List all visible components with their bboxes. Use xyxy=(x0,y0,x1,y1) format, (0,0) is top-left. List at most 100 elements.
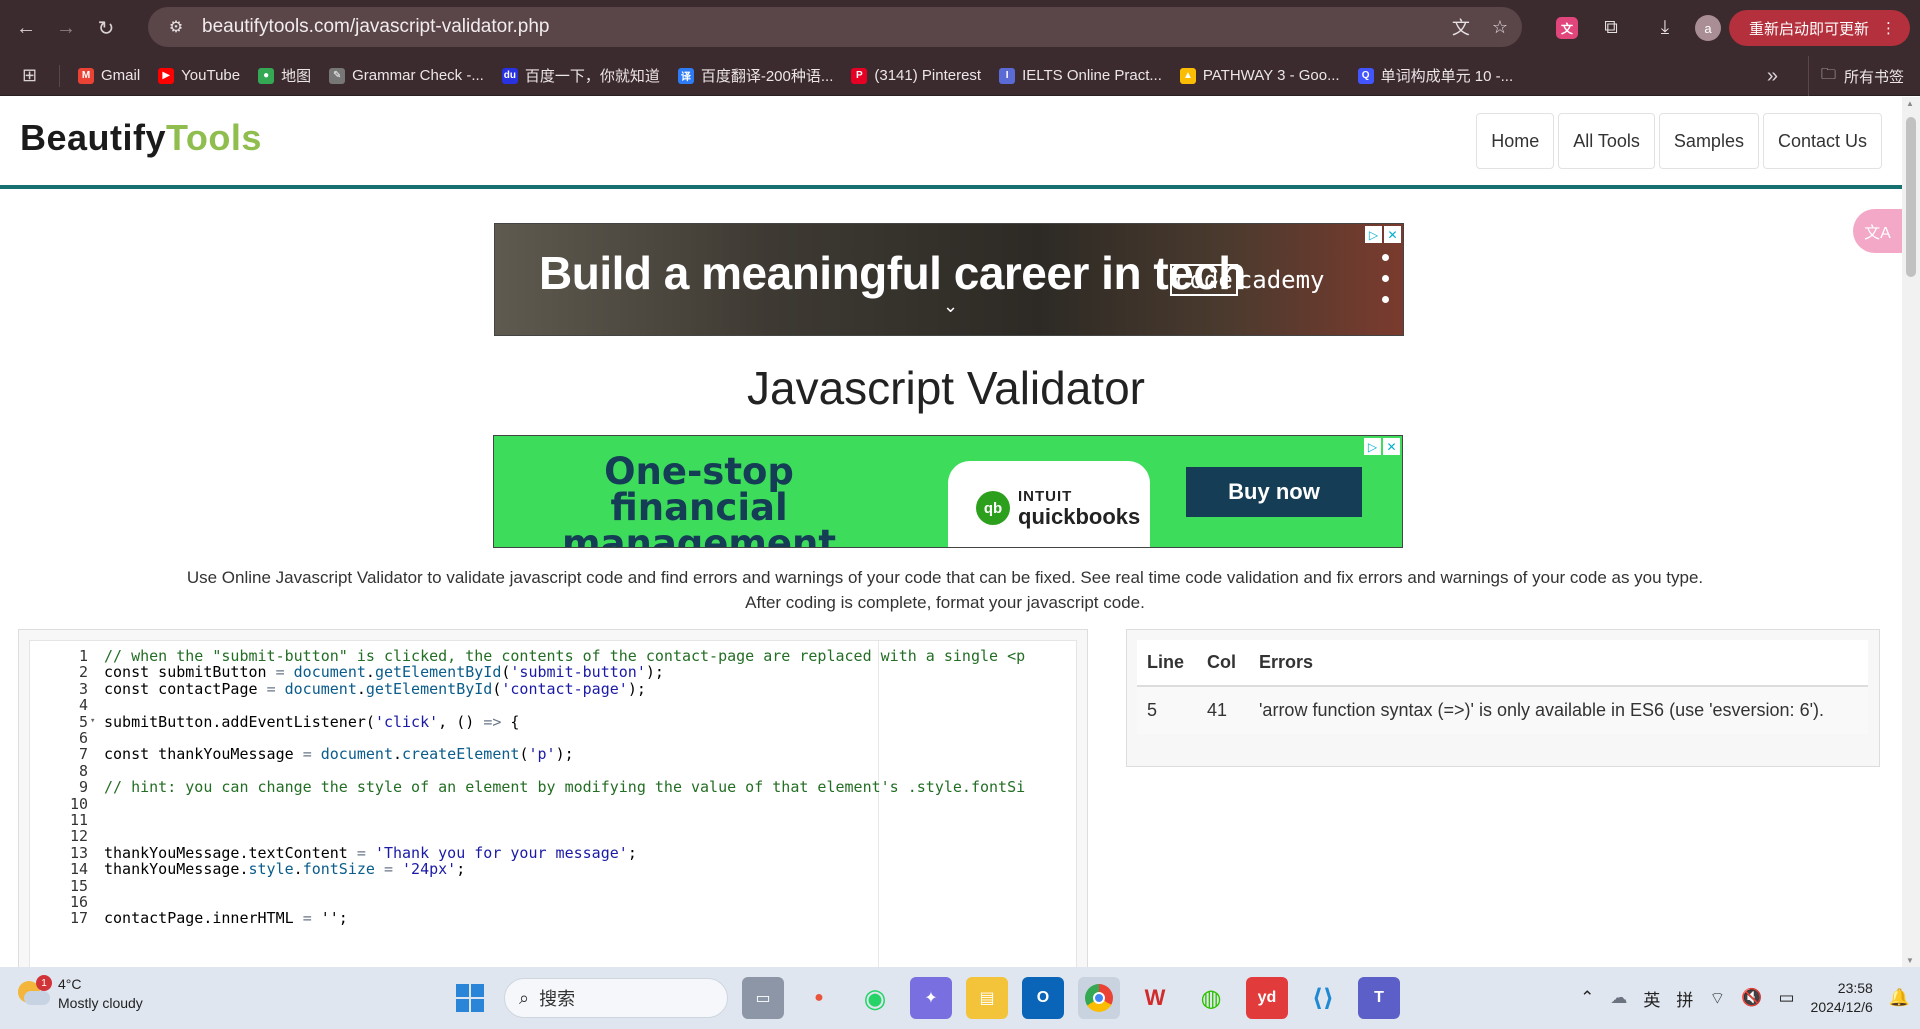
notification-bell-icon[interactable]: 🔔 xyxy=(1889,988,1910,1008)
ad-brand: code cademy xyxy=(1170,264,1325,296)
web-page: BeautifyTools Home All Tools Samples Con… xyxy=(0,97,1902,967)
page-scrollbar[interactable]: ▲ ▼ xyxy=(1902,97,1920,967)
show-hidden-icons-icon[interactable]: ⌃ xyxy=(1580,988,1594,1008)
ad-carousel-dots[interactable] xyxy=(1382,254,1389,303)
task-view-icon[interactable]: ▭ xyxy=(742,977,784,1019)
bookmark-star-icon[interactable]: ☆ xyxy=(1492,17,1508,38)
grammar-icon: ✎ xyxy=(329,67,346,84)
browser-toolbar: ← → ↻ ⚙ beautifytools.com/javascript-val… xyxy=(0,0,1920,56)
ad-choices-icon[interactable]: ▷ xyxy=(1365,226,1382,243)
reload-button[interactable]: ↻ xyxy=(86,8,126,48)
quickbooks-ad-banner[interactable]: One-stop financial management qb INTUIT … xyxy=(493,435,1403,548)
chrome-icon[interactable] xyxy=(1078,977,1120,1019)
vscode-icon[interactable]: ⟨⟩ xyxy=(1302,977,1344,1019)
outlook-icon[interactable]: O xyxy=(1022,977,1064,1019)
apps-grid-icon[interactable]: ⊞ xyxy=(0,64,60,87)
maps-pin-icon[interactable]: ● xyxy=(798,977,840,1019)
clock[interactable]: 23:58 2024/12/6 xyxy=(1811,979,1873,1017)
codecademy-ad-banner[interactable]: Build a meaningful career in tech code ca… xyxy=(494,223,1404,336)
bookmark-label: YouTube xyxy=(181,67,241,84)
ad-buy-now-button[interactable]: Buy now xyxy=(1186,467,1362,517)
ad-controls: ▷ ✕ xyxy=(1364,438,1400,455)
url-text[interactable]: beautifytools.com/javascript-validator.p… xyxy=(202,16,549,38)
weather-widget[interactable]: 1 4°C Mostly cloudy xyxy=(16,975,143,1013)
scroll-down-icon[interactable]: ▼ xyxy=(1906,956,1914,965)
bookmark-item[interactable]: P (3141) Pinterest xyxy=(851,67,981,84)
copilot-icon[interactable]: ✦ xyxy=(910,977,952,1019)
code-line[interactable]: 17 contactPage.innerHTML = ''; xyxy=(30,909,1076,929)
youtube-icon: ▶ xyxy=(158,67,175,84)
all-bookmarks-label: 所有书签 xyxy=(1843,68,1904,86)
bookmark-item[interactable]: ✎ Grammar Check -... xyxy=(329,67,484,84)
ad-close-icon[interactable]: ✕ xyxy=(1384,226,1401,243)
ime-mode[interactable]: 拼 xyxy=(1676,986,1693,1011)
scroll-up-icon[interactable]: ▲ xyxy=(1906,99,1914,108)
weather-condition: Mostly cloudy xyxy=(58,995,143,1011)
forward-button[interactable]: → xyxy=(46,8,86,48)
wps-office-icon[interactable]: W xyxy=(1134,977,1176,1019)
teams-icon[interactable]: T xyxy=(1358,977,1400,1019)
bookmark-item[interactable]: du 百度一下，你就知道 xyxy=(501,65,660,86)
code-text: contactPage.innerHTML = ''; xyxy=(104,909,348,928)
volume-muted-icon[interactable]: 🔇 xyxy=(1741,988,1762,1008)
file-explorer-icon[interactable]: ▤ xyxy=(966,977,1008,1019)
site-logo[interactable]: BeautifyTools xyxy=(20,117,262,159)
bookmark-item[interactable]: ▲ PATHWAY 3 - Goo... xyxy=(1179,67,1340,84)
ad-headline: One-stop financial management xyxy=(561,450,837,548)
nav-contact-us[interactable]: Contact Us xyxy=(1762,113,1882,169)
bookmark-item[interactable]: 译百度翻译-200种语... xyxy=(677,65,833,86)
code-editor[interactable]: 1// when the "submit-button" is clicked,… xyxy=(29,640,1077,967)
download-icon[interactable]: ⤓ xyxy=(1643,8,1687,48)
address-bar[interactable]: ⚙ beautifytools.com/javascript-validator… xyxy=(148,7,1522,47)
more-menu-icon[interactable]: ⋮ xyxy=(1881,19,1896,37)
date: 2024/12/6 xyxy=(1810,999,1873,1015)
nav-all-tools[interactable]: All Tools xyxy=(1558,113,1655,169)
taskbar-search[interactable]: ⌕ 搜索 xyxy=(504,978,728,1018)
maps-icon: ● xyxy=(258,67,275,84)
ad-brand-card: qb INTUIT quickbooks xyxy=(948,461,1150,547)
whatsapp-icon[interactable]: ◉ xyxy=(854,977,896,1019)
back-button[interactable]: ← xyxy=(6,8,46,48)
line-number: 17 xyxy=(69,909,88,928)
bookmark-label: IELTS Online Pract... xyxy=(1022,67,1162,84)
start-button[interactable] xyxy=(450,978,490,1018)
gmail-icon: M xyxy=(78,67,94,84)
ad-choices-icon[interactable]: ▷ xyxy=(1364,438,1381,455)
all-bookmarks-button[interactable]: 🗀 所有书签 xyxy=(1807,56,1904,96)
system-tray: ⌃ ☁ 英 拼 ⌔ 🔇 ▭ 23:58 2024/12/6 🔔 xyxy=(1580,967,1910,1029)
bookmark-label: Gmail xyxy=(101,67,141,84)
bookmark-label: Grammar Check -... xyxy=(352,67,484,84)
ime-language[interactable]: 英 xyxy=(1643,986,1660,1011)
battery-icon[interactable]: ▭ xyxy=(1778,988,1794,1008)
validation-results-panel: Line Col Errors 5 41 'arrow function syn… xyxy=(1126,629,1880,767)
scroll-thumb[interactable] xyxy=(1906,117,1916,277)
bookmark-item[interactable]: ● 地图 xyxy=(258,65,311,86)
extension-translate-icon[interactable]: 文 xyxy=(1545,8,1589,48)
error-line: 5 xyxy=(1137,686,1197,734)
column-header-errors: Errors xyxy=(1249,640,1868,687)
wifi-icon[interactable]: ⌔ xyxy=(1709,988,1725,1009)
wechat-icon[interactable]: ◍ xyxy=(1190,977,1232,1019)
translate-page-icon[interactable]: 文 xyxy=(1452,14,1470,40)
ad-close-icon[interactable]: ✕ xyxy=(1383,438,1400,455)
youdao-icon[interactable]: yd xyxy=(1246,977,1288,1019)
onedrive-icon[interactable]: ☁ xyxy=(1610,988,1627,1008)
bookmark-item[interactable]: Q 单词构成单元 10 -... xyxy=(1357,65,1513,86)
ad-controls: ▷ ✕ xyxy=(1365,226,1401,243)
restart-update-button[interactable]: 重新启动即可更新 ⋮ xyxy=(1728,10,1910,46)
site-info-icon[interactable]: ⚙ xyxy=(156,17,196,37)
nav-samples[interactable]: Samples xyxy=(1658,113,1759,169)
nav-home[interactable]: Home xyxy=(1476,113,1555,169)
bookmark-item[interactable]: M Gmail xyxy=(78,67,140,84)
search-icon: ⌕ xyxy=(519,987,530,1008)
profile-avatar[interactable]: a xyxy=(1694,15,1721,41)
bookmarks-overflow-icon[interactable]: » xyxy=(1767,56,1778,96)
quickbooks-logo-icon: qb xyxy=(976,491,1010,525)
extensions-puzzle-icon[interactable]: ⧉ xyxy=(1589,8,1633,48)
ad-headline: Build a meaningful career in tech xyxy=(539,247,1246,299)
top-navigation: Home All Tools Samples Contact Us xyxy=(1476,113,1882,169)
bookmark-item[interactable]: ▶ YouTube xyxy=(158,67,240,84)
table-row[interactable]: 5 41 'arrow function syntax (=>)' is onl… xyxy=(1137,686,1868,734)
bookmark-item[interactable]: I IELTS Online Pract... xyxy=(999,67,1162,84)
floating-translate-icon[interactable]: 文A xyxy=(1853,209,1902,253)
